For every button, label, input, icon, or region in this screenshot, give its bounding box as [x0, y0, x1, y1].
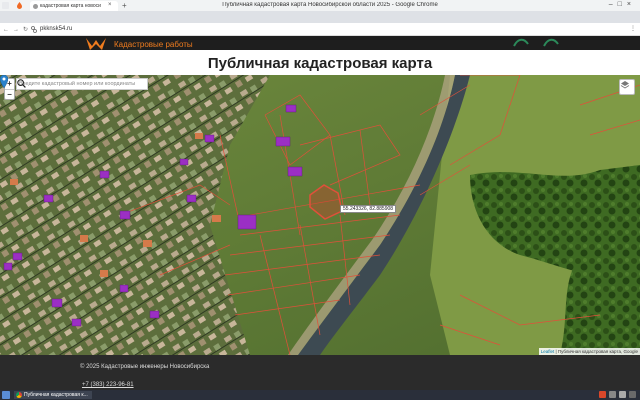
map-attribution: Leaflet | Публичная кадастровая карта, G…	[538, 348, 640, 355]
browser-tab[interactable]: кадастровая карта новоси	[30, 1, 118, 11]
layers-button[interactable]	[619, 79, 635, 95]
new-tab-icon[interactable]: +	[122, 1, 127, 10]
cadastral-search	[16, 78, 148, 90]
attribution-text: | Публичная кадастровая карта, Google	[554, 349, 638, 354]
satellite-map-image[interactable]	[0, 75, 640, 355]
address-bar[interactable]: ←→↻ pkknsk54.ru ⋮	[0, 23, 640, 36]
leaflet-link[interactable]: Leaflet	[541, 349, 555, 354]
site-info-icon[interactable]	[31, 26, 37, 33]
taskbar-item-label: Публичная кадастровая к...	[24, 392, 88, 398]
os-taskbar: Публичная кадастровая к...	[0, 390, 640, 400]
start-menu-icon[interactable]	[2, 391, 10, 399]
cadastral-map[interactable]: + − 55.243326, 82.885908 Leaflet | Публи…	[0, 75, 640, 355]
location-pin-icon[interactable]	[0, 75, 8, 88]
window-title: Публичная кадастровая карта Новосибирско…	[222, 2, 438, 8]
tab-close-icon[interactable]: ×	[108, 2, 112, 8]
coordinates-label: 55.243326, 82.885908	[340, 205, 397, 213]
footer-phone-link[interactable]: +7 (383) 223-96-81	[82, 382, 134, 388]
chrome-icon	[16, 392, 22, 398]
system-tray	[599, 391, 636, 398]
logo-text[interactable]: Кадастровые работы	[114, 40, 193, 49]
navigation-buttons[interactable]: ←→↻	[3, 26, 32, 33]
bookmarks-strip	[0, 11, 640, 23]
layers-icon	[620, 81, 630, 89]
search-input[interactable]	[17, 79, 135, 89]
tray-power-icon[interactable]	[629, 391, 636, 398]
browser-menu-icon[interactable]: ⋮	[630, 25, 636, 32]
tab-title: кадастровая карта новоси	[40, 3, 101, 9]
url-text[interactable]: pkknsk54.ru	[40, 26, 72, 32]
window-controls[interactable]: –□×	[609, 1, 636, 8]
search-icon[interactable]	[17, 79, 146, 90]
taskbar-chrome-item[interactable]: Публичная кадастровая к...	[14, 391, 92, 399]
logo-icon	[86, 38, 106, 50]
site-header: Кадастровые работы	[0, 36, 640, 50]
browser-apps-icon[interactable]	[2, 2, 9, 9]
site-footer: © 2025 Кадастровые инженеры Новосибирска…	[0, 355, 640, 390]
page-title: Публичная кадастровая карта	[207, 55, 433, 72]
footer-copyright: © 2025 Кадастровые инженеры Новосибирска	[80, 364, 210, 370]
header-decor-icon	[513, 38, 559, 47]
fire-icon[interactable]	[16, 2, 23, 9]
tray-app-icon[interactable]	[599, 391, 606, 398]
tab-favicon-icon	[33, 4, 38, 9]
tray-network-icon[interactable]	[609, 391, 616, 398]
tray-sound-icon[interactable]	[619, 391, 626, 398]
browser-title-bar: кадастровая карта новоси × + Публичная к…	[0, 0, 640, 11]
zoom-out-button[interactable]: −	[5, 89, 14, 99]
page-title-bar: Публичная кадастровая карта	[0, 50, 640, 75]
